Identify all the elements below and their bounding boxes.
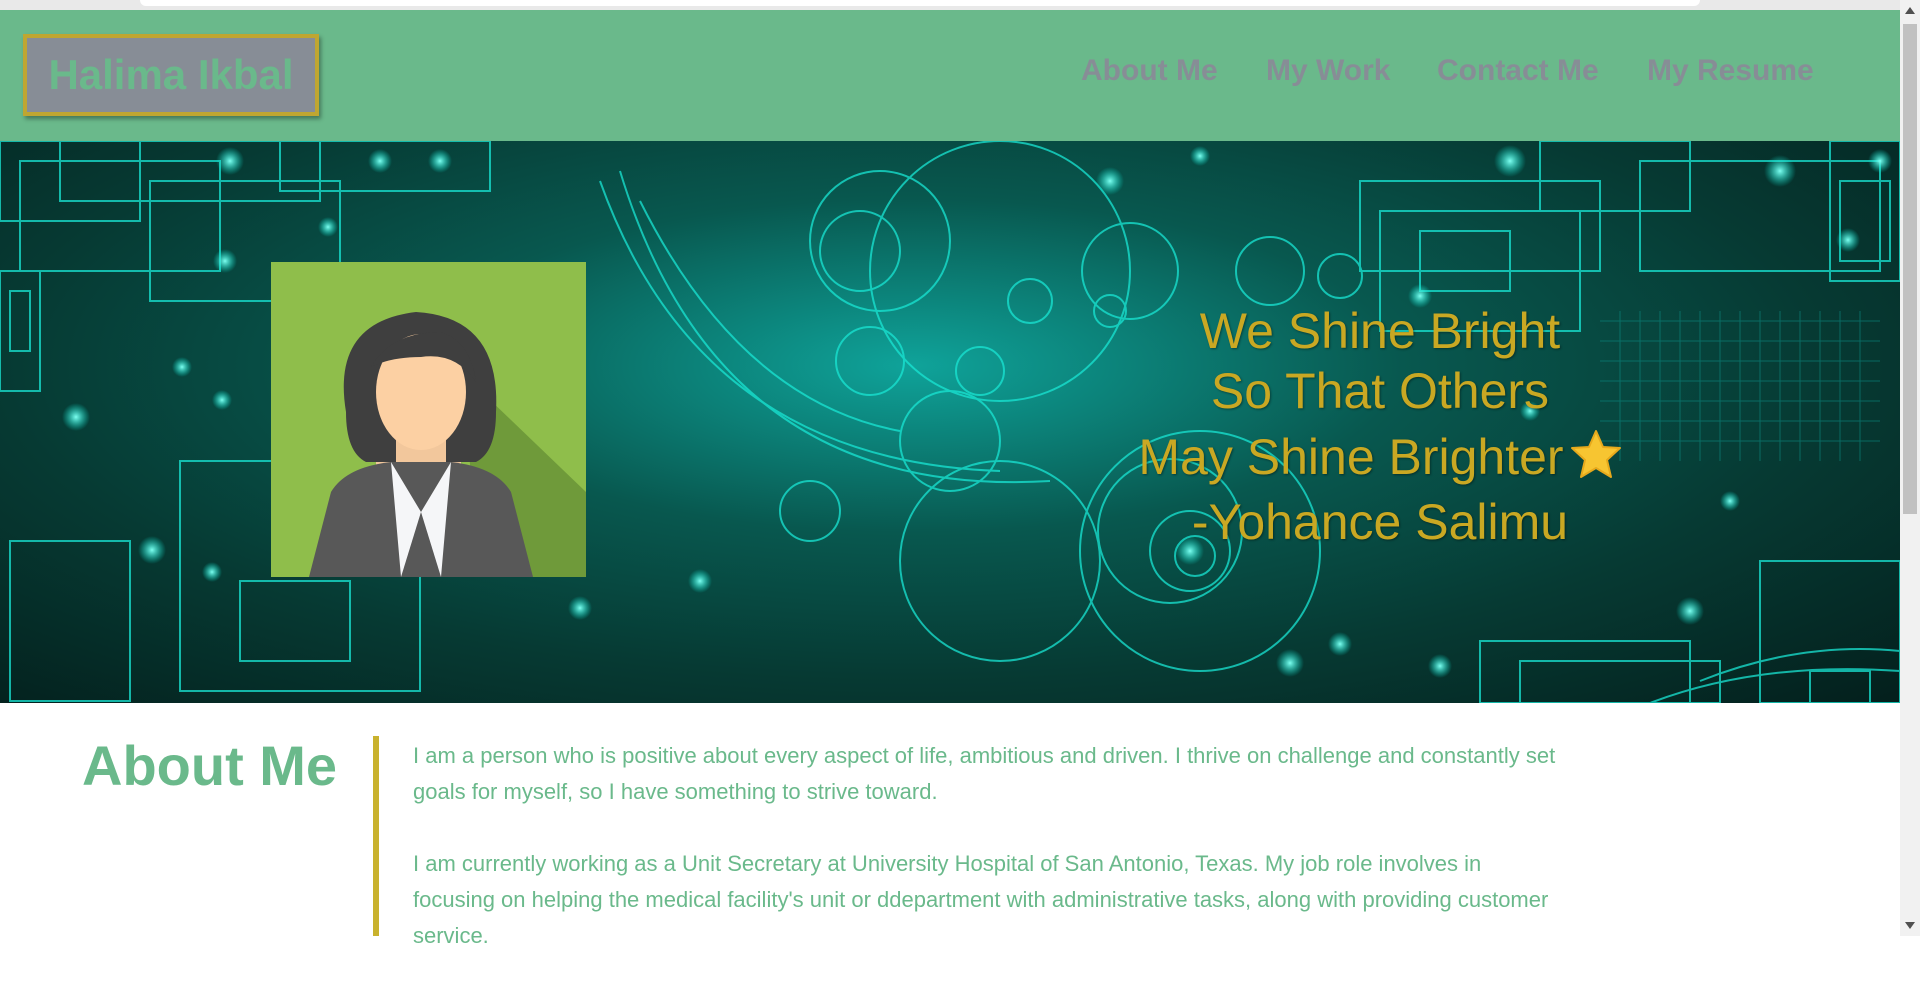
page-scrollbar[interactable]: [1900, 0, 1920, 936]
hero-banner: We Shine Bright So That Others May Shine…: [0, 141, 1900, 703]
browser-top-edge-inner: [140, 0, 1700, 6]
about-divider: [373, 736, 379, 936]
hero-quote: We Shine Bright So That Others May Shine…: [1080, 301, 1680, 552]
about-title: About Me: [82, 734, 338, 797]
site-header: Halima Ikbal About Me My Work Contact Me…: [0, 10, 1900, 141]
about-body: I am a person who is positive about ever…: [413, 738, 1563, 990]
scroll-down-arrow-icon[interactable]: [1900, 914, 1920, 936]
nav-my-resume[interactable]: My Resume: [1647, 54, 1814, 88]
profile-avatar: [271, 262, 586, 577]
main-nav: About Me My Work Contact Me My Resume: [0, 10, 1900, 141]
about-paragraph-2: I am currently working as a Unit Secreta…: [413, 851, 1549, 948]
scroll-up-arrow-icon[interactable]: [1900, 0, 1920, 22]
nav-my-work[interactable]: My Work: [1266, 54, 1390, 88]
woman-avatar-icon: [271, 262, 586, 577]
browser-top-edge: [0, 0, 1900, 10]
nav-about-me[interactable]: About Me: [1081, 54, 1218, 88]
quote-line-2: So That Others: [1210, 363, 1550, 419]
nav-contact-me[interactable]: Contact Me: [1437, 54, 1599, 88]
star-icon: [1570, 429, 1622, 492]
quote-line-3: May Shine Brighter: [1138, 429, 1564, 485]
about-paragraph-1: I am a person who is positive about ever…: [413, 743, 1556, 804]
scrollbar-thumb[interactable]: [1903, 24, 1917, 514]
quote-line-1: We Shine Bright: [1199, 303, 1561, 359]
quote-line-4: -Yohance Salimu: [1191, 494, 1569, 551]
